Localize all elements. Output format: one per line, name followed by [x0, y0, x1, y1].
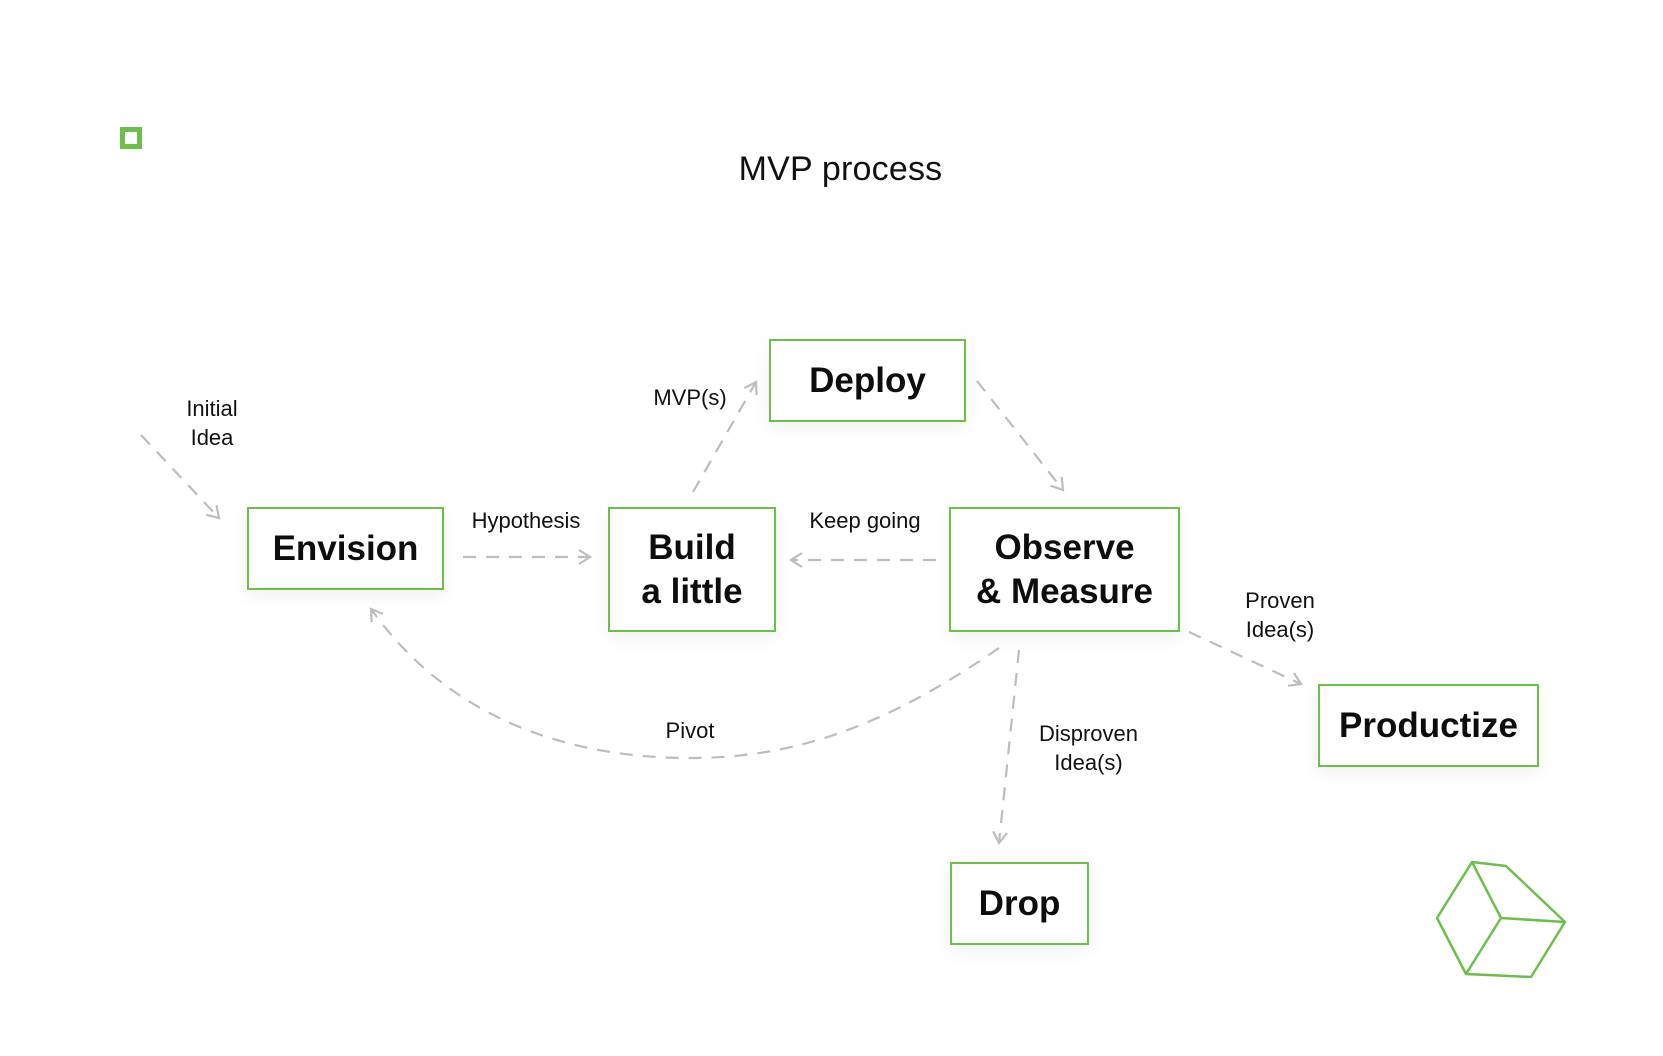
- node-observe-measure: Observe & Measure: [949, 507, 1180, 632]
- arrow-deploy-observe: [976, 380, 1065, 492]
- label-proven-ideas: Proven Idea(s): [1245, 588, 1315, 642]
- label-disproven-ideas: Disproven Idea(s): [1038, 721, 1139, 775]
- label-mvps: MVP(s): [653, 385, 727, 410]
- node-productize: Productize: [1318, 684, 1539, 767]
- node-deploy: Deploy: [769, 339, 966, 422]
- label-pivot: Pivot: [665, 718, 715, 743]
- cube-outline-icon: [1435, 860, 1567, 979]
- node-drop: Drop: [950, 862, 1089, 945]
- label-hypothesis: Hypothesis: [471, 508, 581, 533]
- node-envision: Envision: [247, 507, 444, 590]
- node-build-a-little: Build a little: [608, 507, 776, 632]
- label-initial-idea: Initial Idea: [186, 396, 238, 450]
- label-keep-going: Keep going: [809, 508, 921, 533]
- arrow-disproven: [992, 649, 1021, 846]
